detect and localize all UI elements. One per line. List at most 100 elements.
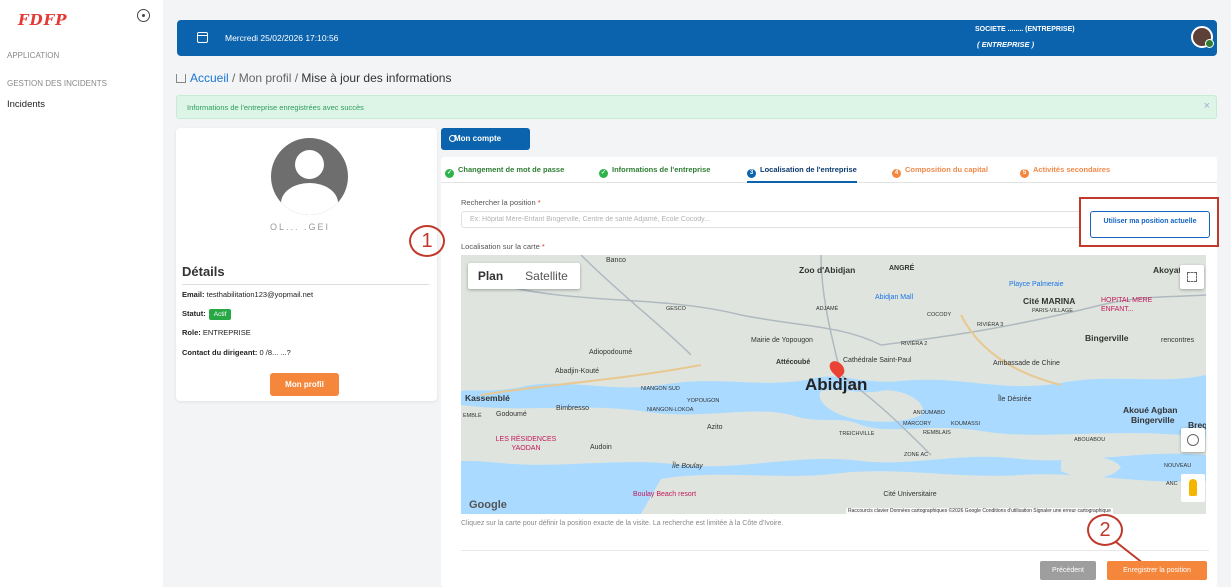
map-label-playce: Playce Palmeraie <box>1009 281 1064 288</box>
mon-compte-button[interactable]: Mon compte <box>441 128 530 150</box>
detail-status: Statut: Actif <box>182 309 232 320</box>
tab-bar: ✓ Changement de mot de passe ✓ Information… <box>441 162 1217 183</box>
step-icon: 4 <box>892 169 901 178</box>
map-label-adjame: ADJAMÉ <box>816 306 839 312</box>
collapse-sidebar-icon[interactable] <box>137 9 150 22</box>
alert-message: Informations de l'entreprise enregistrée… <box>187 103 364 112</box>
map-label-parisvillage: PARIS-VILLAGE <box>1032 308 1073 314</box>
map-label-ileboulay: Île Boulay <box>672 463 703 470</box>
map-label-abouabou: ABOUABOU <box>1074 437 1106 443</box>
sidebar-item-incidents[interactable]: Incidents <box>7 99 45 110</box>
status-badge: Actif <box>208 309 232 320</box>
breadcrumb-sep: / <box>228 71 239 85</box>
map-label-abadjin: Abadjin-Kouté <box>555 368 599 375</box>
sidebar: FDFP APPLICATION GESTION DES INCIDENTS I… <box>0 0 163 587</box>
map-label-angre: ANGRÉ <box>889 265 915 272</box>
map-label: Localisation sur la carte * <box>461 242 545 251</box>
profile-avatar <box>271 138 348 215</box>
map-label-boulay: Boulay Beach resort <box>633 491 697 498</box>
map-label-zoneac: ZONE AC <box>904 452 929 458</box>
map-label-adiopo: Adiopodoumé <box>589 349 633 356</box>
step-icon: 5 <box>1020 169 1029 178</box>
map-label-kassemble: Kassemblé <box>465 393 510 403</box>
map-label-ambassade: Ambassade de Chine <box>993 360 1060 367</box>
breadcrumb-current: Mise à jour des informations <box>301 71 452 85</box>
calendar-icon <box>197 32 208 43</box>
alert-close-icon[interactable]: × <box>1204 100 1210 112</box>
home-icon[interactable] <box>176 74 186 83</box>
map-label-anc: ANC <box>1166 481 1178 487</box>
map-label-abidjan: Abidjan <box>805 375 868 394</box>
breadcrumb-sep: / <box>291 71 302 85</box>
map-label-mairie: Mairie de Yopougon <box>751 337 813 344</box>
map-label-niangonlokoa: NIANGON-LOKOA <box>647 407 694 413</box>
details-heading: Détails <box>182 264 225 279</box>
previous-button[interactable]: Précédent <box>1040 561 1096 580</box>
map-label-bingerville2: Bingerville <box>1131 415 1175 425</box>
annotation-box <box>1079 197 1219 247</box>
map-label-nouveau: NOUVEAU <box>1164 463 1192 469</box>
breadcrumb-home[interactable]: Accueil <box>190 71 229 85</box>
current-datetime: Mercredi 25/02/2026 17:10:56 <box>225 33 339 43</box>
map-label-koumassi: KOUMASSI <box>951 421 981 427</box>
detail-contact: Contact du dirigeant: 0 /8... ...? <box>182 348 291 357</box>
app-logo[interactable]: FDFP <box>18 11 68 29</box>
map-label-anoumabo: ANOUMABO <box>913 410 946 416</box>
user-avatar[interactable] <box>1191 26 1214 48</box>
map-label-abidjanmall: Abidjan Mall <box>875 294 914 301</box>
breadcrumb: Accueil / Mon profil / Mise à jour des i… <box>176 71 451 85</box>
tab-password[interactable]: ✓ Changement de mot de passe <box>445 165 564 183</box>
step-icon: 3 <box>747 169 756 178</box>
map-label-yopougon: YOPOUGON <box>687 398 720 404</box>
map-label-rencontres: rencontres <box>1161 337 1195 344</box>
map-attribution[interactable]: Raccourcis clavier Données cartographiqu… <box>846 508 1113 514</box>
map-label-godoume: Godoumé <box>496 411 527 418</box>
map-label-residences: LES RÉSIDENCES YAODAN <box>495 436 557 452</box>
check-icon: ✓ <box>445 169 454 178</box>
position-search-input[interactable] <box>461 211 1081 228</box>
map-label-bingerville: Bingerville <box>1085 333 1129 343</box>
search-label: Rechercher la position * <box>461 198 541 207</box>
street-view-icon[interactable] <box>1181 474 1205 502</box>
map-label-cocody: COCODY <box>927 312 952 318</box>
map-label-audoin: Audoin <box>590 444 612 451</box>
check-icon: ✓ <box>599 169 608 178</box>
map-label-riviera2: RIVIÈRA 2 <box>901 341 928 347</box>
map-label-remblais: REMBLAIS <box>923 430 951 436</box>
map-label-akoue: Akoué Agban <box>1123 405 1178 415</box>
fullscreen-icon[interactable] <box>1180 265 1204 289</box>
google-logo: Google <box>469 499 507 511</box>
map-label-citemarina: Cité MARINA <box>1023 296 1076 306</box>
map-label-emble: EMBLÉ <box>463 413 482 419</box>
tab-company-info[interactable]: ✓ Informations de l'entreprise <box>599 165 710 183</box>
nav-section-application: APPLICATION <box>7 51 60 60</box>
map-label-bimbresso: Bimbresso <box>556 405 590 412</box>
tab-company-location[interactable]: 3 Localisation de l'entreprise <box>747 165 857 183</box>
map-label-attecoube: Attécoubé <box>776 359 811 366</box>
annotation-number-1: 1 <box>409 225 445 257</box>
detail-role: Role: ENTREPRISE <box>182 328 251 337</box>
map-type-plan[interactable]: Plan <box>468 263 513 289</box>
map-label-treichville: TREICHVILLE <box>839 431 875 437</box>
logo-text: FDFP <box>18 11 68 29</box>
tab-capital[interactable]: 4 Composition du capital <box>892 165 988 183</box>
map-label-iledesiree: Île Désirée <box>998 396 1032 403</box>
map-label-zoo: Zoo d'Abidjan <box>799 265 856 275</box>
map-type-satellite[interactable]: Satellite <box>513 263 580 289</box>
company-name: SOCIETE ........ (ENTREPRISE) <box>975 26 1075 33</box>
save-position-button[interactable]: Enregistrer la position <box>1107 561 1207 580</box>
detail-email: Email: testhabilitation123@yopmail.net <box>182 290 314 299</box>
map-label-cite: Cité Universitaire <box>883 491 937 498</box>
mon-profil-button[interactable]: Mon profil <box>270 373 339 396</box>
breadcrumb-profile[interactable]: Mon profil <box>239 71 292 85</box>
divider <box>182 284 429 285</box>
map-label-riviera3: RIVIÈRA 3 <box>977 322 1004 328</box>
map-canvas[interactable]: Banco Zoo d'Abidjan ANGRÉ Akoyate Playce… <box>461 255 1206 514</box>
nav-section-incidents: GESTION DES INCIDENTS <box>7 79 108 88</box>
tab-secondary-activities[interactable]: 5 Activités secondaires <box>1020 165 1110 183</box>
divider <box>461 550 1209 551</box>
map-label-hopital: HOPITAL MERE ENFANT... <box>1101 297 1153 313</box>
map-pan-icon[interactable] <box>1181 428 1205 452</box>
map-label-gesco: GESCO <box>666 306 686 312</box>
map-type-control: Plan Satellite <box>468 263 580 289</box>
